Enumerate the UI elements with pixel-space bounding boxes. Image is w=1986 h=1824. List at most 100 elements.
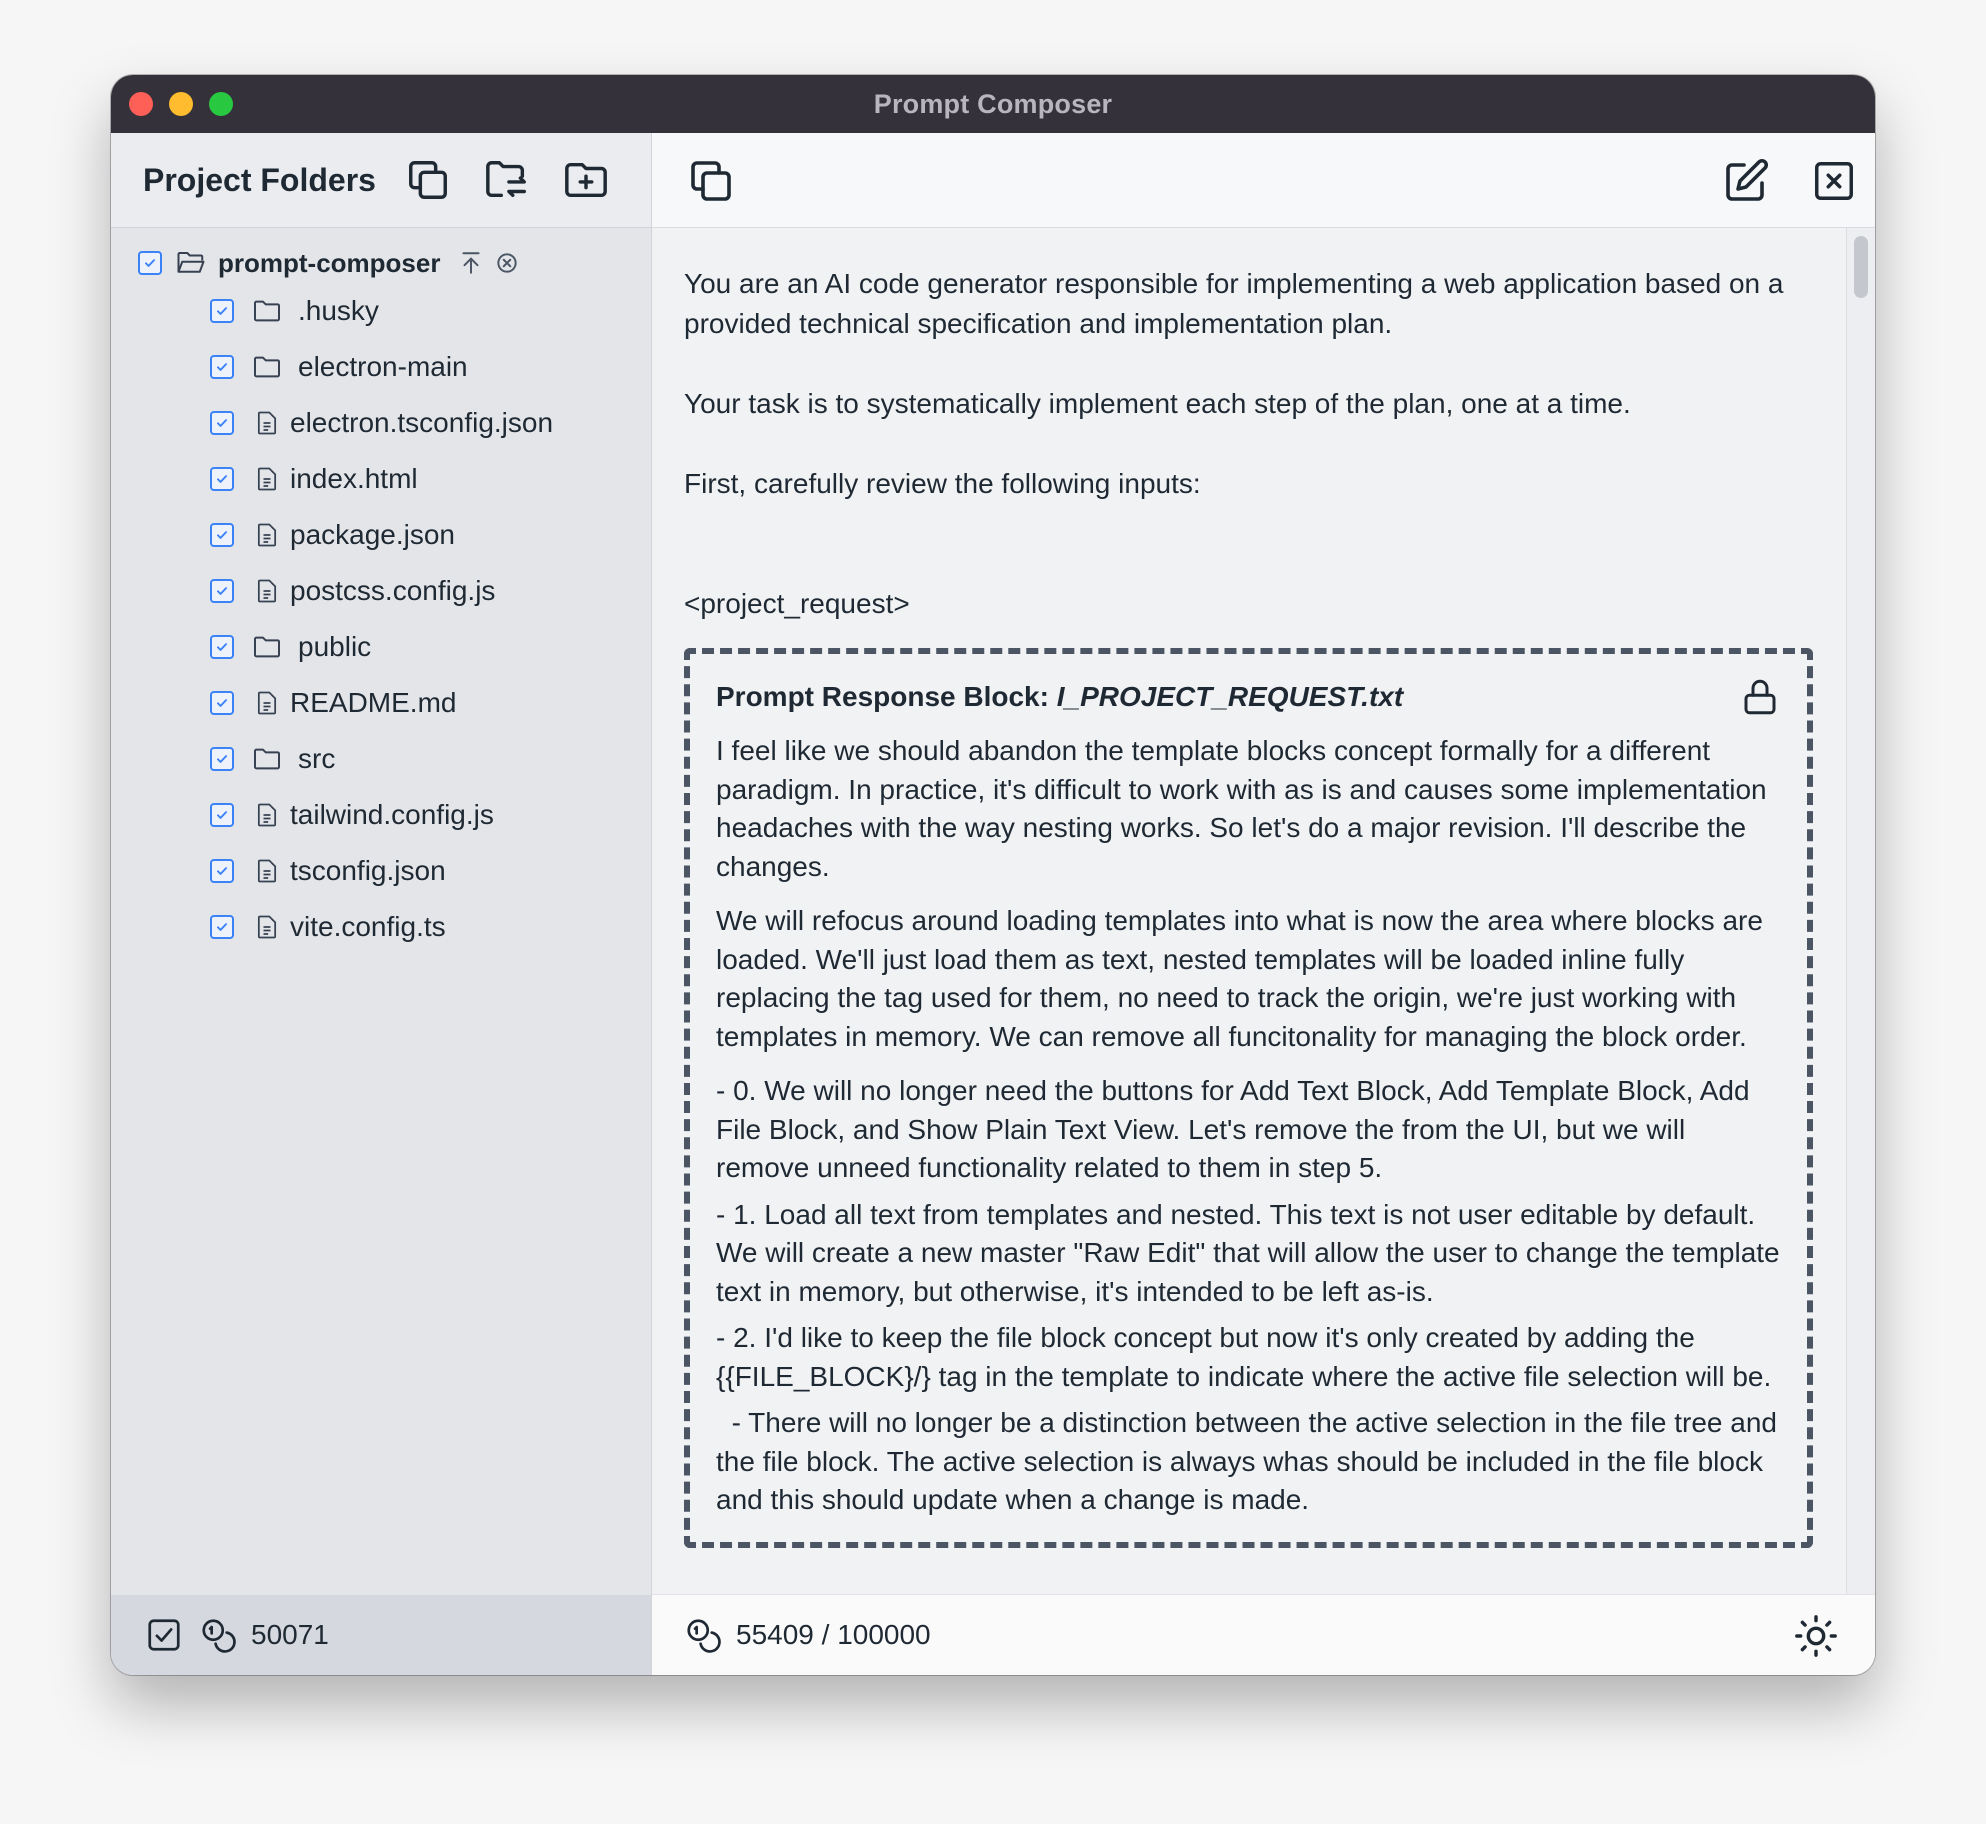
- sidebar-title: Project Folders: [143, 161, 376, 198]
- block-title-prefix: Prompt Response Block:: [716, 681, 1049, 712]
- edit-icon[interactable]: [1721, 156, 1771, 206]
- checkbox-checked[interactable]: [210, 523, 234, 547]
- checkbox-checked[interactable]: [210, 467, 234, 491]
- file-icon: [250, 686, 284, 720]
- prompt-response-block[interactable]: Prompt Response Block: I_PROJECT_REQUEST…: [684, 648, 1813, 1548]
- close-square-icon[interactable]: [1809, 156, 1859, 206]
- app-window: Prompt Composer Project Folders prompt-c…: [111, 75, 1875, 1675]
- sidebar: Project Folders prompt-composer .husky e…: [111, 133, 652, 1675]
- tree-item-label: index.html: [290, 463, 418, 494]
- tree-item[interactable]: package.json: [111, 507, 651, 563]
- checkbox-checked[interactable]: [210, 299, 234, 323]
- tree-item[interactable]: tailwind.config.js: [111, 787, 651, 843]
- select-all-icon[interactable]: [145, 1616, 183, 1654]
- tree-item-label: postcss.config.js: [290, 575, 496, 606]
- sidebar-header: Project Folders: [111, 133, 651, 228]
- collapse-up-icon[interactable]: [458, 250, 484, 276]
- file-icon: [250, 910, 284, 944]
- tree-item[interactable]: index.html: [111, 451, 651, 507]
- checkbox-checked[interactable]: [210, 859, 234, 883]
- tree-item[interactable]: src: [111, 731, 651, 787]
- checkbox-checked[interactable]: [210, 355, 234, 379]
- tree-item-label: public: [298, 631, 372, 662]
- sidebar-footer: 50071: [111, 1595, 651, 1675]
- folder-plus-icon[interactable]: [563, 157, 609, 203]
- token-usage: 55409 / 100000: [736, 1619, 931, 1650]
- editor-toolbar: [652, 133, 1875, 228]
- file-icon: [250, 854, 284, 888]
- remove-circle-icon[interactable]: [494, 250, 520, 276]
- tree-items: .husky electron-main electron.tsconfig.jso…: [111, 283, 651, 955]
- checkbox-checked[interactable]: [210, 803, 234, 827]
- tokens-icon: [684, 1616, 722, 1654]
- tree-item[interactable]: electron-main: [111, 339, 651, 395]
- tree-item-label: electron-main: [298, 351, 468, 382]
- title-bar: Prompt Composer: [111, 75, 1875, 133]
- folder-icon: [250, 742, 284, 776]
- close-window-button[interactable]: [129, 92, 153, 116]
- folder-sync-icon[interactable]: [484, 157, 530, 203]
- tokens-icon: [199, 1616, 237, 1654]
- tree-item[interactable]: postcss.config.js: [111, 563, 651, 619]
- window-controls: [129, 92, 233, 116]
- file-icon: [250, 406, 284, 440]
- prompt-paragraph: First, carefully review the following in…: [684, 468, 1201, 499]
- tree-item[interactable]: tsconfig.json: [111, 843, 651, 899]
- prompt-paragraph: You are an AI code generator responsible…: [684, 268, 1784, 339]
- block-header: Prompt Response Block: I_PROJECT_REQUEST…: [716, 676, 1781, 718]
- checkbox-checked[interactable]: [210, 579, 234, 603]
- tree-item-label: tailwind.config.js: [290, 799, 494, 830]
- block-paragraph: - 2. I'd like to keep the file block con…: [716, 1322, 1772, 1392]
- tree-item-label: vite.config.ts: [290, 911, 446, 942]
- block-file-name: I_PROJECT_REQUEST.txt: [1056, 681, 1404, 712]
- project-request-tag: <project_request>: [684, 588, 910, 619]
- checkbox-checked[interactable]: [210, 635, 234, 659]
- block-paragraph: We will refocus around loading templates…: [716, 905, 1771, 1052]
- checkbox-checked[interactable]: [210, 915, 234, 939]
- tree-item[interactable]: public: [111, 619, 651, 675]
- editor-panel: You are an AI code generator responsible…: [652, 133, 1875, 1675]
- folder-open-icon: [174, 246, 208, 280]
- file-icon: [250, 518, 284, 552]
- tree-item-label: tsconfig.json: [290, 855, 446, 886]
- file-icon: [250, 462, 284, 496]
- tree-item-label: package.json: [290, 519, 456, 550]
- copy-icon[interactable]: [405, 157, 451, 203]
- selected-token-count: 50071: [251, 1619, 329, 1650]
- folder-icon: [250, 630, 284, 664]
- folder-icon: [250, 350, 284, 384]
- editor-footer: 55409 / 100000: [652, 1594, 1875, 1675]
- tree-root-label: prompt-composer: [218, 247, 441, 278]
- window-title: Prompt Composer: [873, 88, 1113, 119]
- block-title: Prompt Response Block: I_PROJECT_REQUEST…: [716, 681, 1403, 713]
- block-paragraph: - 1. Load all text from templates and ne…: [716, 1198, 1788, 1307]
- file-icon: [250, 574, 284, 608]
- tree-item[interactable]: electron.tsconfig.json: [111, 395, 651, 451]
- block-paragraph: - 0. We will no longer need the buttons …: [716, 1075, 1758, 1183]
- vertical-scrollbar[interactable]: [1846, 228, 1875, 1595]
- tree-item-label: electron.tsconfig.json: [290, 407, 554, 438]
- folder-icon: [250, 294, 284, 328]
- file-tree: prompt-composer .husky electron-main elect…: [111, 243, 651, 955]
- block-paragraph: I feel like we should abandon the templa…: [716, 735, 1775, 882]
- checkbox-checked[interactable]: [210, 691, 234, 715]
- file-icon: [250, 798, 284, 832]
- lock-icon[interactable]: [1739, 676, 1781, 718]
- prompt-content[interactable]: You are an AI code generator responsible…: [652, 228, 1847, 1595]
- block-paragraph: - There will no longer be a distinction …: [716, 1407, 1785, 1515]
- tree-item[interactable]: README.md: [111, 675, 651, 731]
- tree-item[interactable]: vite.config.ts: [111, 899, 651, 955]
- scrollbar-thumb[interactable]: [1854, 236, 1868, 298]
- checkbox-checked[interactable]: [138, 251, 162, 275]
- tree-root[interactable]: prompt-composer: [111, 243, 651, 283]
- theme-toggle-sun-icon[interactable]: [1793, 1613, 1839, 1659]
- zoom-window-button[interactable]: [209, 92, 233, 116]
- tree-item[interactable]: .husky: [111, 283, 651, 339]
- tree-item-label: .husky: [298, 295, 379, 326]
- prompt-paragraph: Your task is to systematically implement…: [684, 388, 1631, 419]
- copy-prompt-icon[interactable]: [686, 156, 736, 206]
- minimize-window-button[interactable]: [169, 92, 193, 116]
- checkbox-checked[interactable]: [210, 747, 234, 771]
- tree-item-label: README.md: [290, 687, 457, 718]
- checkbox-checked[interactable]: [210, 411, 234, 435]
